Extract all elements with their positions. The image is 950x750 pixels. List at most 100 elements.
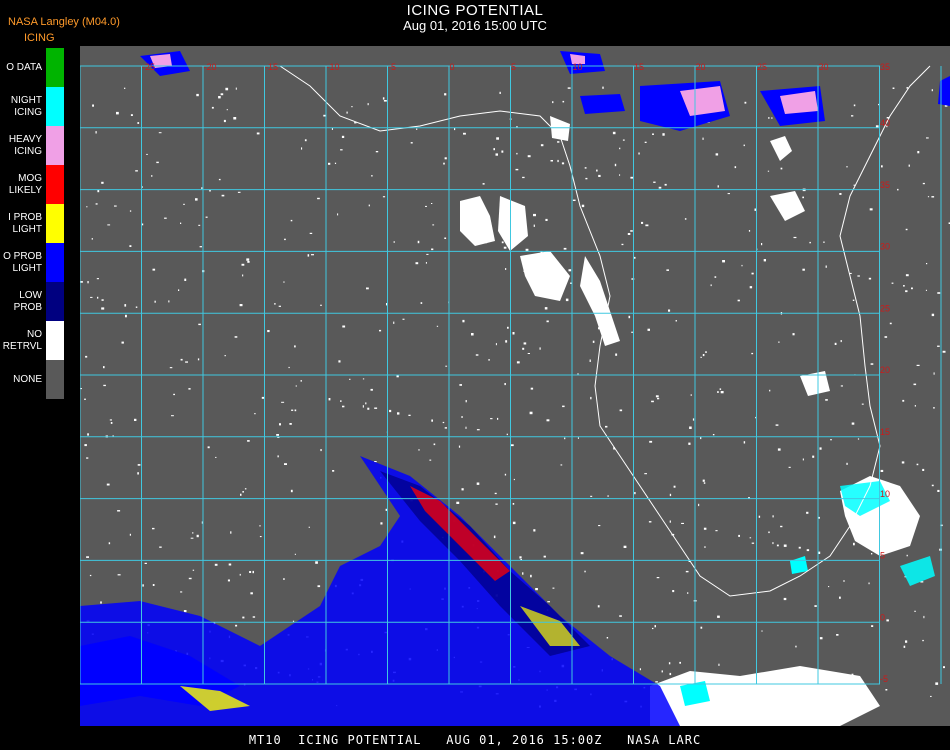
- speckle-dot: [254, 413, 256, 415]
- speckle-dot: [426, 253, 429, 255]
- speckle-dot: [552, 101, 554, 104]
- speckle-dot: [503, 246, 507, 249]
- speckle-dot: [283, 578, 285, 580]
- speckle-dot: [933, 372, 935, 375]
- speckle-dot: [657, 397, 660, 400]
- speckle-dot: [710, 284, 712, 287]
- speckle-dot: [780, 525, 783, 528]
- speckle-dot: [444, 427, 447, 429]
- speckle-dot: [743, 144, 745, 147]
- speckle-dot: [825, 399, 828, 401]
- speckle-dot: [362, 405, 364, 408]
- speckle-dot: [96, 278, 99, 280]
- speckle-dot: [811, 677, 813, 680]
- speckle-dot: [516, 152, 518, 155]
- speckle-dot: [495, 153, 498, 156]
- speckle-dot: [87, 281, 89, 284]
- speckle-dot: [689, 426, 692, 429]
- speckle-dot: [137, 472, 139, 475]
- speckle-dot: [771, 117, 773, 119]
- speckle-dot: [320, 304, 322, 306]
- speckle-dot: [926, 263, 928, 265]
- speckle-dot: [458, 445, 461, 448]
- speckle-dot: [668, 309, 671, 312]
- speckle-dot: [445, 365, 448, 367]
- speckle-dot: [702, 479, 705, 482]
- speckle-dot: [563, 247, 567, 250]
- speckle-dot: [164, 217, 167, 219]
- speckle-dot: [317, 197, 320, 200]
- longitude-tick-label: 20: [696, 62, 706, 72]
- speckle-dot: [259, 525, 261, 527]
- legend-label: NO RETRVL: [2, 328, 42, 352]
- speckle-dot: [180, 591, 183, 593]
- speckle-dot: [926, 137, 929, 139]
- speckle-dot: [289, 423, 292, 425]
- speckle-dot: [283, 281, 285, 283]
- speckle-dot: [239, 304, 243, 307]
- speckle-dot: [256, 132, 260, 135]
- speckle-dot: [703, 527, 707, 530]
- latitude-tick-label: 5: [880, 551, 885, 561]
- speckle-dot: [937, 345, 940, 347]
- legend-item-mog-likely: MOG LIKELY: [0, 165, 66, 204]
- speckle-dot: [857, 438, 860, 440]
- speckle-dot: [881, 165, 883, 168]
- speckle-dot: [564, 437, 566, 440]
- legend-swatch: [46, 321, 64, 360]
- speckle-dot: [931, 484, 934, 487]
- speckle-dot: [795, 645, 797, 648]
- speckle-dot: [905, 640, 908, 643]
- speckle-dot: [276, 434, 279, 436]
- speckle-dot: [902, 399, 905, 402]
- speckle-dot: [901, 461, 905, 464]
- speckle-dot: [247, 440, 250, 442]
- speckle-dot: [124, 304, 127, 307]
- speckle-dot: [780, 167, 783, 170]
- speckle-dot: [698, 674, 701, 677]
- speckle-dot: [237, 191, 241, 193]
- speckle-dot: [211, 106, 214, 109]
- longitude-tick-label: 30: [819, 62, 829, 72]
- speckle-dot: [311, 254, 314, 256]
- speckle-dot: [499, 91, 501, 94]
- speckle-dot: [727, 193, 730, 195]
- speckle-dot: [527, 155, 531, 158]
- speckle-dot: [515, 168, 519, 171]
- speckle-dot: [644, 141, 647, 143]
- speckle-dot: [337, 213, 339, 216]
- speckle-dot: [410, 142, 413, 144]
- speckle-dot: [304, 139, 307, 142]
- legend-swatch: [46, 204, 64, 243]
- speckle-dot: [86, 556, 89, 558]
- speckle-dot: [114, 205, 117, 207]
- speckle-dot: [851, 422, 855, 425]
- speckle-dot: [703, 482, 706, 484]
- speckle-dot: [546, 320, 549, 323]
- speckle-dot: [547, 259, 549, 261]
- speckle-dot: [519, 556, 522, 559]
- speckle-dot: [505, 340, 508, 343]
- speckle-dot: [116, 111, 119, 115]
- speckle-dot: [546, 419, 550, 422]
- speckle-dot: [107, 224, 111, 226]
- speckle-dot: [234, 336, 238, 338]
- speckle-dot: [761, 243, 763, 246]
- speckle-dot: [402, 318, 405, 320]
- speckle-dot: [84, 398, 86, 400]
- speckle-dot: [592, 340, 595, 343]
- speckle-dot: [235, 87, 237, 90]
- legend-swatch: [46, 126, 64, 165]
- speckle-dot: [668, 662, 671, 665]
- speckle-dot: [886, 619, 889, 622]
- speckle-dot: [717, 615, 720, 618]
- speckle-dot: [230, 531, 232, 534]
- legend-label: NONE: [13, 373, 42, 385]
- speckle-dot: [717, 185, 719, 188]
- speckle-dot: [494, 492, 497, 495]
- speckle-dot: [619, 174, 621, 176]
- speckle-dot: [171, 415, 174, 417]
- speckle-dot: [930, 695, 932, 697]
- speckle-dot: [205, 216, 208, 218]
- speckle-dot: [772, 542, 774, 545]
